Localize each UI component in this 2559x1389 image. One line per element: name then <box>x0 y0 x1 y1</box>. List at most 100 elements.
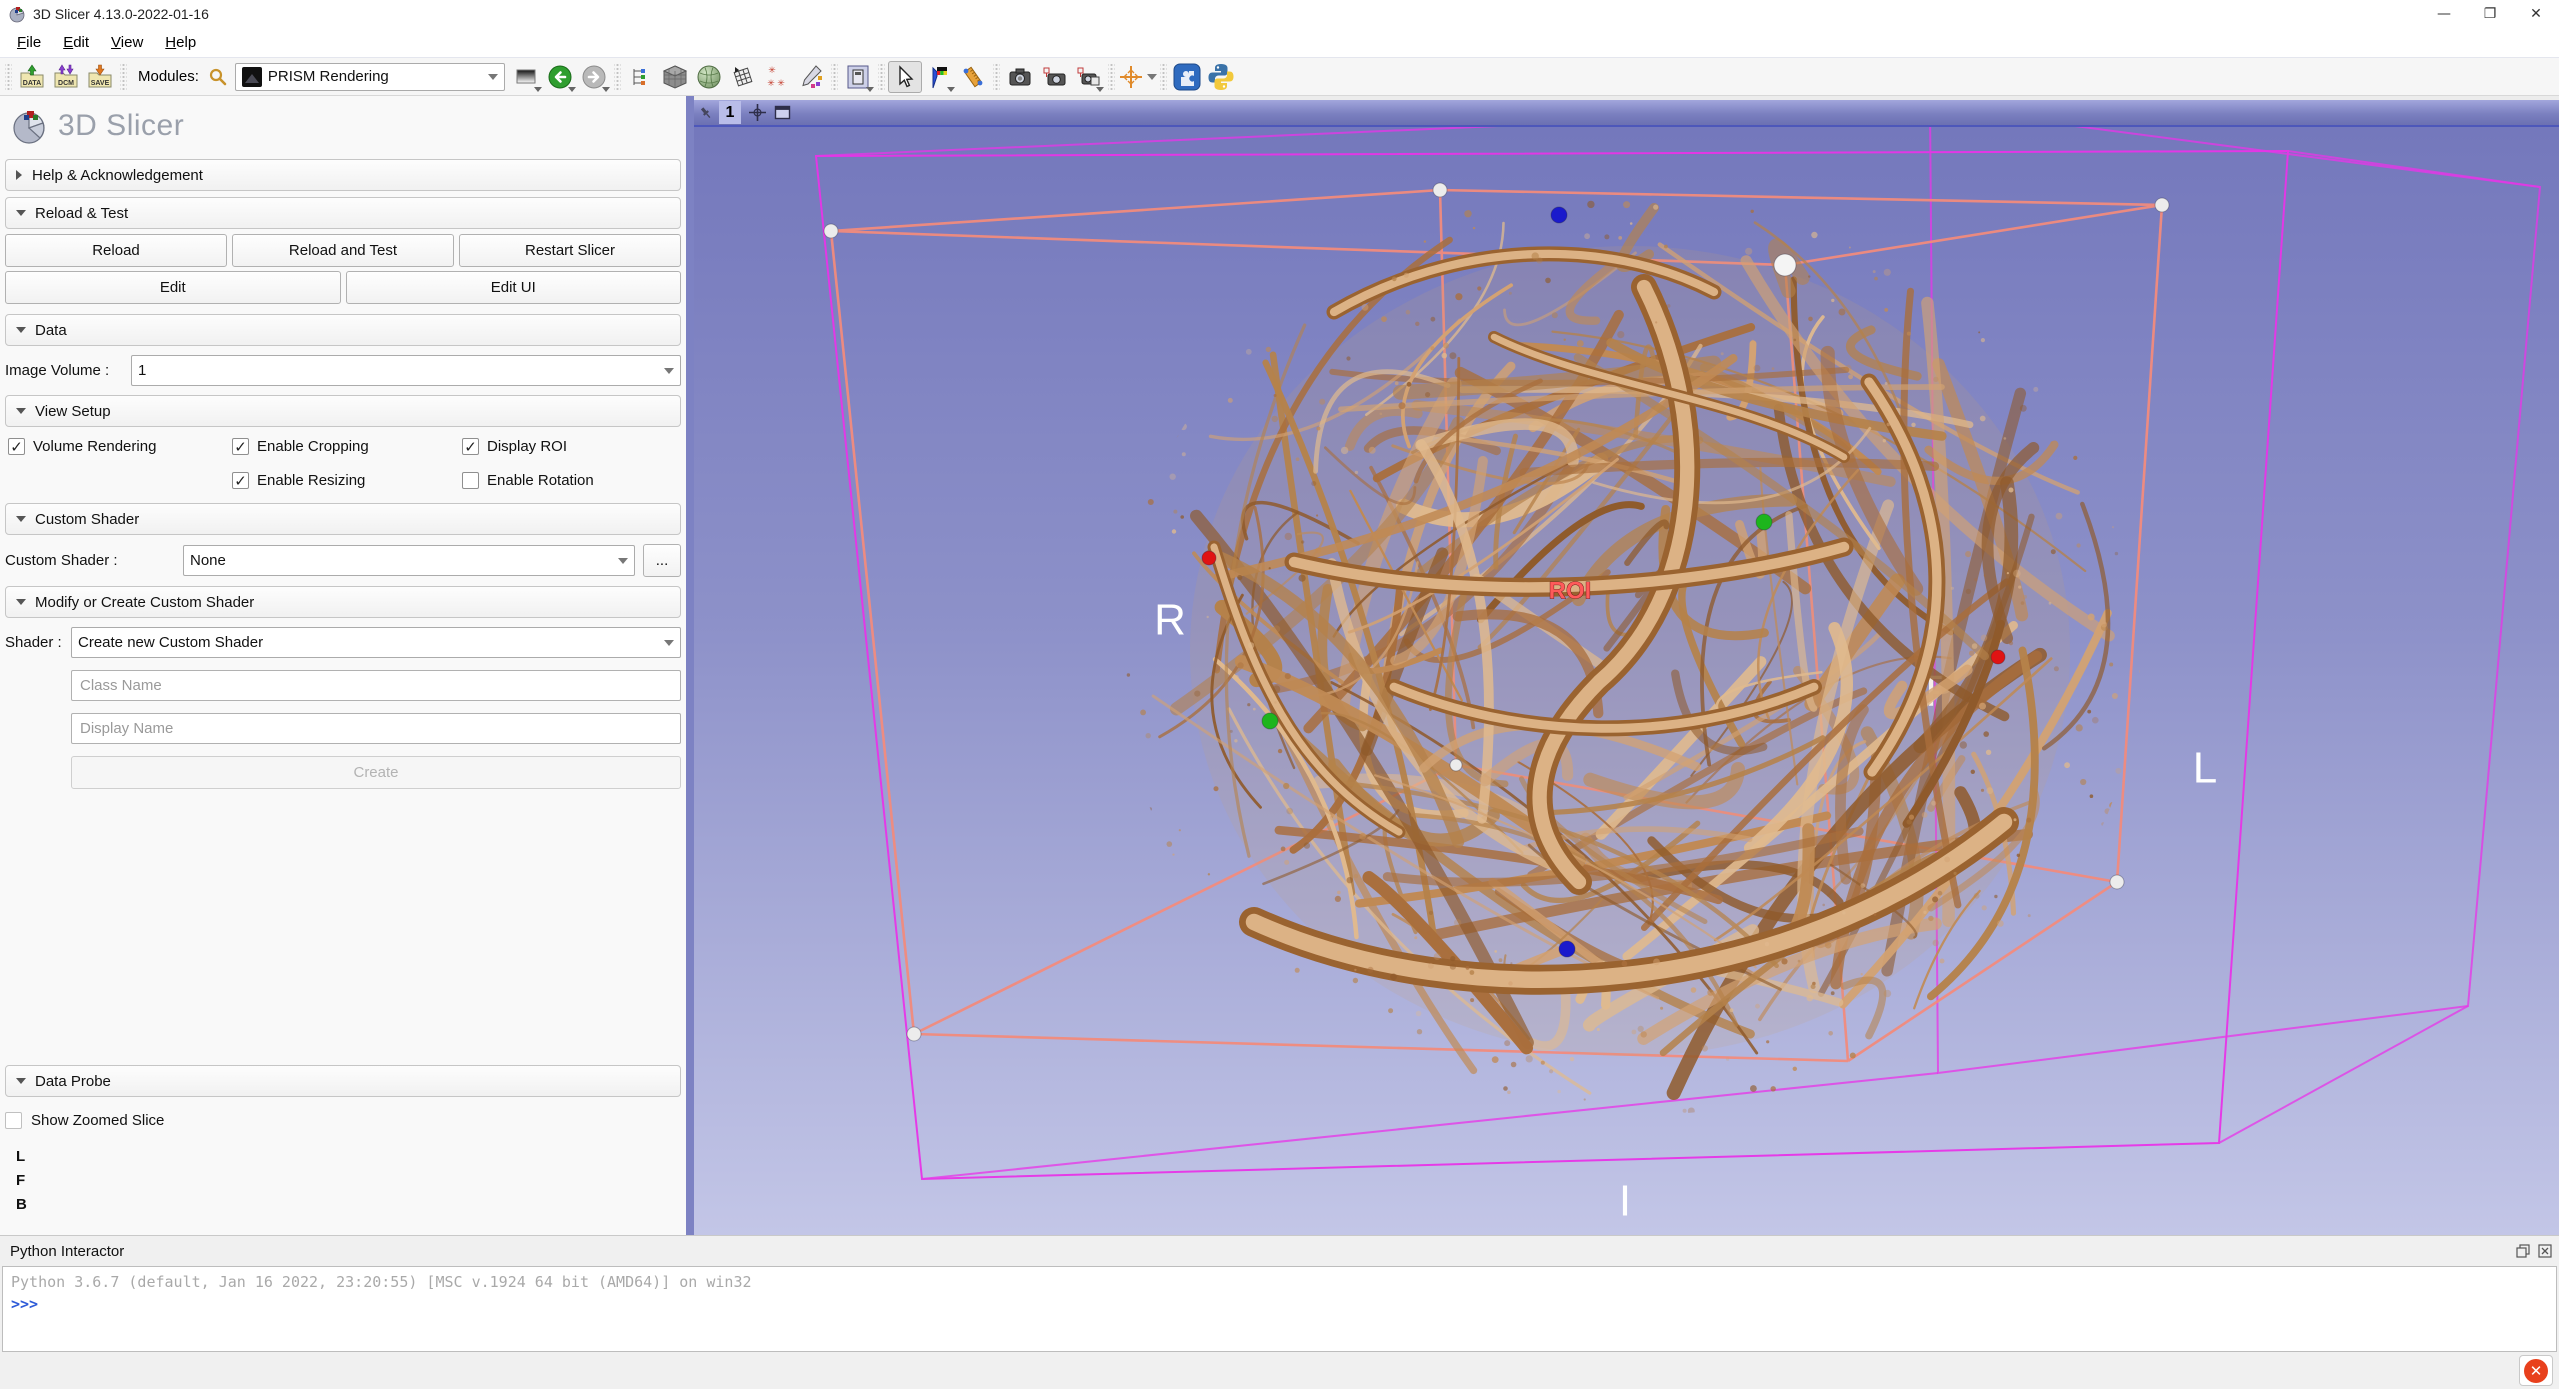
reload-button[interactable]: Reload <box>5 234 227 267</box>
section-label: Data Probe <box>35 1073 111 1090</box>
python-prompt[interactable]: >>> <box>11 1295 2548 1313</box>
menu-view[interactable]: View <box>100 30 154 55</box>
svg-text:ROI: ROI <box>1549 578 1592 605</box>
checkbox-checked[interactable]: ✓ <box>462 438 479 455</box>
scene-tree-button[interactable] <box>624 61 658 93</box>
load-data-button[interactable]: DATA <box>15 61 49 93</box>
module-icon <box>242 67 262 87</box>
layout-selector-button[interactable] <box>841 61 875 93</box>
section-data[interactable]: Data <box>5 314 681 346</box>
chevron-down-icon <box>1147 74 1157 80</box>
maximize-button[interactable]: ❐ <box>2467 0 2513 28</box>
edit-ui-button[interactable]: Edit UI <box>346 271 682 304</box>
close-panel-icon[interactable] <box>2537 1243 2553 1259</box>
window-title: 3D Slicer 4.13.0-2022-01-16 <box>33 6 209 22</box>
ruler-icon <box>960 64 986 90</box>
volume-rendering-canvas: RPLIROI <box>694 127 2559 1235</box>
section-data-probe[interactable]: Data Probe <box>5 1065 681 1097</box>
shader-selector[interactable]: Create new Custom Shader <box>71 627 681 658</box>
chevron-down-icon <box>664 368 674 374</box>
display-name-input[interactable] <box>71 713 681 744</box>
menu-help[interactable]: Help <box>154 30 207 55</box>
reload-and-test-button[interactable]: Reload and Test <box>232 234 454 267</box>
markups-button[interactable]: ✳ ✳ ✳ <box>760 61 794 93</box>
volume-rendering-button[interactable] <box>658 61 692 93</box>
threed-scene[interactable]: RPLIROI <box>694 127 2559 1235</box>
python-interactor-title: Python Interactor <box>10 1243 124 1260</box>
python-console[interactable]: Python 3.6.7 (default, Jan 16 2022, 23:2… <box>2 1266 2557 1352</box>
annotation-pen-button[interactable] <box>794 61 828 93</box>
python-console-button[interactable] <box>1204 61 1238 93</box>
toolbar-separator <box>831 64 838 90</box>
view-label: 1 <box>719 101 741 124</box>
svg-text:I: I <box>1619 1177 1631 1226</box>
checkbox-checked[interactable]: ✓ <box>8 438 25 455</box>
section-reload-test[interactable]: Reload & Test <box>5 197 681 229</box>
module-search-button[interactable] <box>205 61 231 93</box>
enable-rotation-checkbox[interactable]: Enable Rotation <box>462 472 594 489</box>
search-icon <box>208 67 228 87</box>
image-volume-value: 1 <box>138 362 656 379</box>
checkbox-unchecked[interactable] <box>462 472 479 489</box>
green-sphere-icon <box>696 64 722 90</box>
chevron-down-icon <box>602 87 610 92</box>
enable-cropping-checkbox[interactable]: ✓ Enable Cropping <box>232 438 369 455</box>
menu-edit[interactable]: Edit <box>52 30 100 55</box>
load-dicom-button[interactable]: DCM <box>49 61 83 93</box>
class-name-input[interactable] <box>71 670 681 701</box>
mesh-button[interactable] <box>726 61 760 93</box>
panel-bottom-pad <box>4 1217 682 1235</box>
section-modify-create-shader[interactable]: Modify or Create Custom Shader <box>5 586 681 618</box>
screenshot-button[interactable] <box>1003 61 1037 93</box>
svg-text:R: R <box>1154 596 1186 645</box>
create-shader-button[interactable]: Create <box>71 756 681 789</box>
edit-button[interactable]: Edit <box>5 271 341 304</box>
extensions-icon <box>1172 62 1202 92</box>
image-volume-selector[interactable]: 1 <box>131 355 681 386</box>
module-back-button[interactable] <box>543 61 577 93</box>
checkbox-checked[interactable]: ✓ <box>232 472 249 489</box>
crosshair-button[interactable] <box>1118 61 1157 93</box>
section-custom-shader[interactable]: Custom Shader <box>5 503 681 535</box>
place-markup-button[interactable] <box>922 61 956 93</box>
camera-icon <box>1007 64 1033 90</box>
toolbar-separator <box>614 64 621 90</box>
custom-shader-selector[interactable]: None <box>183 545 635 576</box>
save-button[interactable]: SAVE <box>83 61 117 93</box>
enable-resizing-checkbox[interactable]: ✓ Enable Resizing <box>232 472 365 489</box>
scene-view-capture-button[interactable] <box>1037 61 1071 93</box>
view-maximize-icon[interactable] <box>772 103 792 123</box>
extensions-manager-button[interactable] <box>1170 61 1204 93</box>
section-view-setup[interactable]: View Setup <box>5 395 681 427</box>
menu-file[interactable]: File <box>6 30 52 55</box>
display-roi-checkbox[interactable]: ✓ Display ROI <box>462 438 567 455</box>
panel-splitter[interactable] <box>686 96 694 1235</box>
section-help-acknowledgement[interactable]: Help & Acknowledgement <box>5 159 681 191</box>
more-options-button[interactable]: ... <box>643 544 681 577</box>
module-history-button[interactable] <box>509 61 543 93</box>
view-crosshair-icon[interactable] <box>747 103 767 123</box>
show-zoomed-slice-checkbox[interactable] <box>5 1112 22 1129</box>
volume-rendering-checkbox[interactable]: ✓ Volume Rendering <box>8 438 156 455</box>
section-label: Help & Acknowledgement <box>32 167 203 184</box>
cursor-icon <box>893 65 917 89</box>
chevron-down-icon <box>16 210 26 216</box>
scene-view-restore-button[interactable] <box>1071 61 1105 93</box>
crosshair-icon <box>1118 64 1144 90</box>
checkbox-checked[interactable]: ✓ <box>232 438 249 455</box>
error-log-button[interactable]: ✕ <box>2519 1355 2553 1386</box>
module-selector[interactable]: PRISM Rendering <box>235 63 505 91</box>
surface-models-button[interactable] <box>692 61 726 93</box>
module-forward-button[interactable] <box>577 61 611 93</box>
app-icon <box>8 5 26 23</box>
restart-slicer-button[interactable]: Restart Slicer <box>459 234 681 267</box>
mouse-interaction-button[interactable] <box>888 61 922 93</box>
minimize-button[interactable]: — <box>2421 0 2467 28</box>
undock-icon[interactable] <box>2515 1243 2531 1259</box>
ruler-button[interactable] <box>956 61 990 93</box>
close-button[interactable]: ✕ <box>2513 0 2559 28</box>
view-setup-body: ✓ Volume Rendering ✓ Enable Cropping ✓ D… <box>4 436 682 500</box>
module-title: 3D Slicer <box>58 109 184 143</box>
pin-icon[interactable] <box>699 106 713 120</box>
data-probe-rows: L F B <box>16 1145 682 1217</box>
